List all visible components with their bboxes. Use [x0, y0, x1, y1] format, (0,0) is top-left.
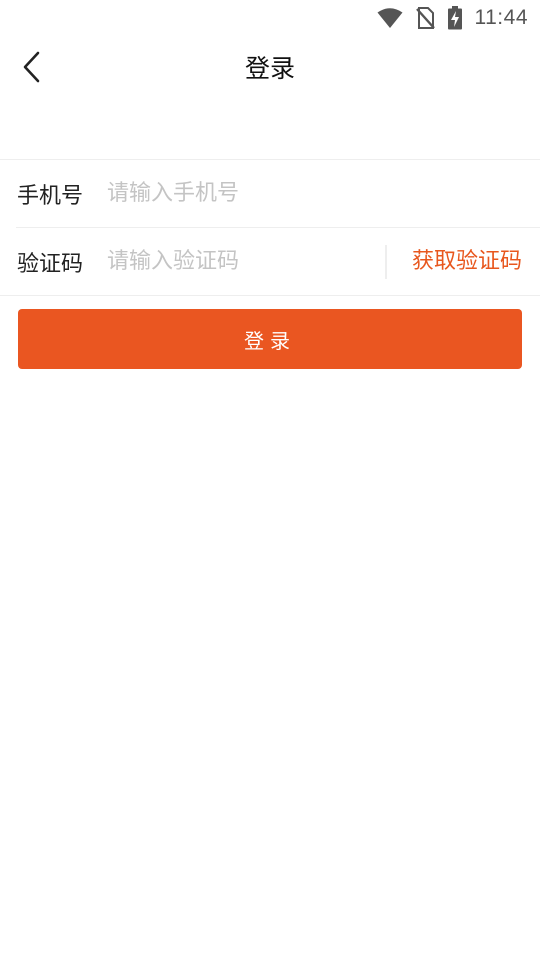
wifi-icon: [377, 7, 403, 29]
phone-label: 手机号: [17, 183, 84, 209]
phone-row: 手机号: [16, 160, 540, 228]
no-sim-icon: [415, 6, 435, 30]
login-screen: 11:44 登录 手机号 验证码 获取验证码 登录: [0, 0, 540, 960]
login-form: 手机号 验证码 获取验证码: [0, 159, 540, 296]
status-time: 11:44: [474, 6, 528, 29]
header: 登录: [0, 36, 540, 102]
status-bar: 11:44: [0, 0, 540, 36]
code-row: 验证码 获取验证码: [0, 228, 540, 296]
battery-charging-icon: [447, 6, 463, 30]
login-button[interactable]: 登录: [18, 309, 522, 369]
get-code-button[interactable]: 获取验证码: [412, 228, 522, 295]
code-input[interactable]: [107, 241, 377, 282]
phone-input[interactable]: [107, 173, 507, 214]
vertical-divider: [385, 245, 387, 279]
code-label: 验证码: [17, 251, 84, 277]
page-title: 登录: [244, 54, 295, 83]
